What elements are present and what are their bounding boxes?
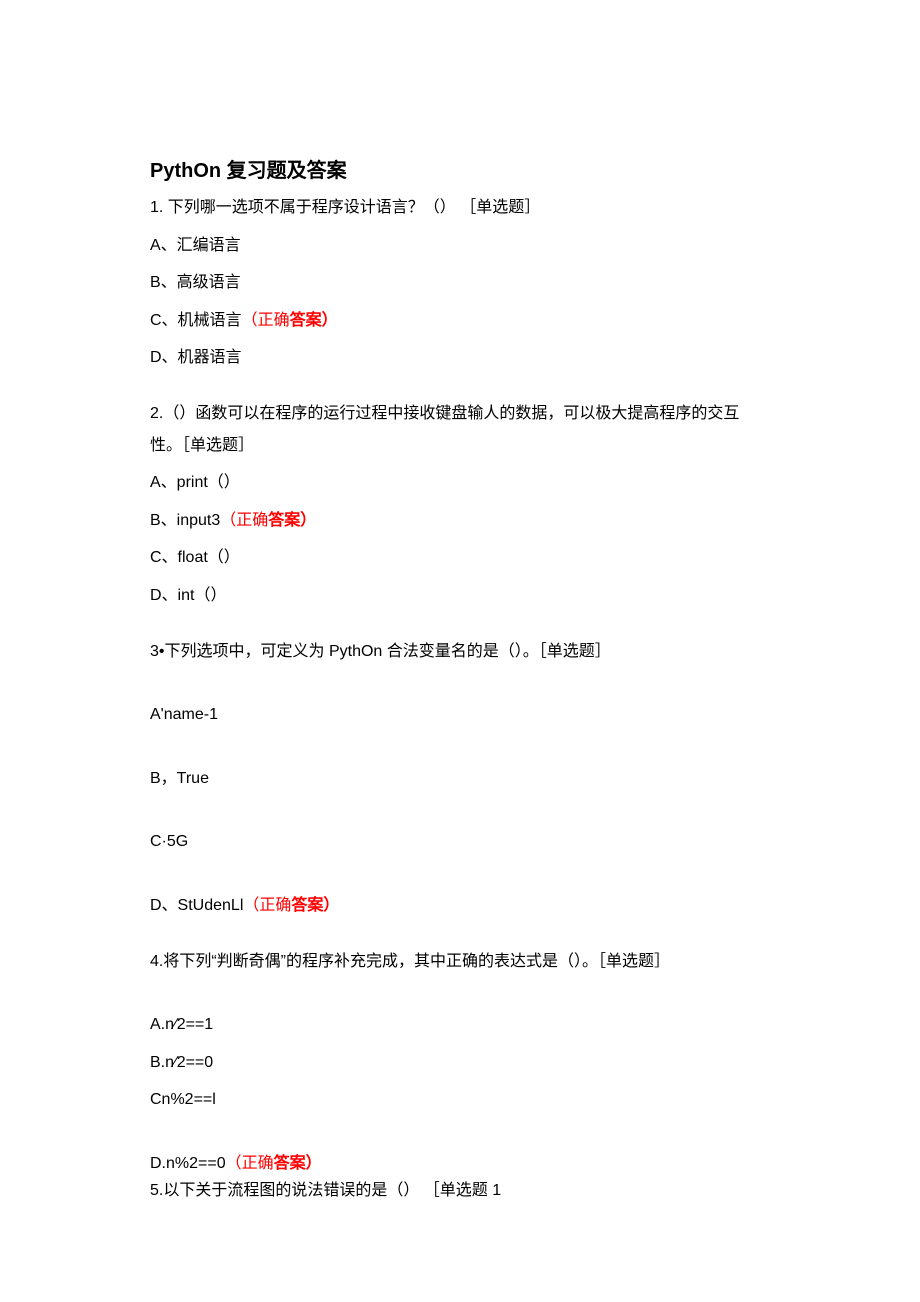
question-4-option-a: A.n⁄2==1 — [150, 1012, 770, 1038]
question-2-option-b: B、input3（正确答案） — [150, 508, 770, 534]
question-2-option-a: A、print（） — [150, 470, 770, 496]
question-2-option-c: C、float（） — [150, 545, 770, 571]
question-3-option-c: C·5G — [150, 829, 770, 855]
question-2-stem-line1: 2.（）函数可以在程序的运行过程中接收键盘输人的数据，可以极大提高程序的交互 — [150, 401, 770, 427]
question-1-option-c: C、机械语言（正确答案） — [150, 308, 770, 334]
question-1-option-d: D、机器语言 — [150, 345, 770, 371]
question-4-option-d: D.n%2==0（正确答案） — [150, 1151, 770, 1177]
document-title: PythOn 复习题及答案 — [150, 155, 770, 187]
question-4-option-c: Cn%2==l — [150, 1087, 770, 1113]
option-text: D、StUdenLl — [150, 897, 243, 914]
question-3-option-b: B，True — [150, 766, 770, 792]
question-4-stem: 4.将下列“判断奇偶”的程序补充完成，其中正确的表达式是（）。［单选题］ — [150, 949, 770, 975]
document-page: PythOn 复习题及答案 1. 下列哪一选项不属于程序设计语言？（） ［单选题… — [0, 0, 920, 1302]
correct-answer-marker: （正确答案） — [220, 512, 316, 529]
question-5-stem: 5.以下关于流程图的说法错误的是（） ［单选题 1 — [150, 1178, 770, 1204]
correct-answer-marker: （正确答案） — [226, 1155, 322, 1172]
option-text: B、input3 — [150, 512, 220, 529]
question-2-stem-line2: 性。［单选题］ — [150, 433, 770, 459]
question-4-option-b: B.n⁄2==0 — [150, 1050, 770, 1076]
question-1-option-a: A、汇编语言 — [150, 233, 770, 259]
correct-answer-marker: （正确答案） — [243, 897, 339, 914]
correct-answer-marker: （正确答案） — [242, 312, 338, 329]
question-1-option-b: B、高级语言 — [150, 270, 770, 296]
question-3-option-a: A'name-1 — [150, 702, 770, 728]
question-3-option-d: D、StUdenLl（正确答案） — [150, 893, 770, 919]
option-text: C、机械语言 — [150, 312, 242, 329]
question-1-stem: 1. 下列哪一选项不属于程序设计语言？（） ［单选题］ — [150, 195, 770, 221]
option-text: D.n%2==0 — [150, 1155, 226, 1172]
question-3-stem: 3•下列选项中，可定义为 PythOn 合法变量名的是（）。［单选题］ — [150, 639, 770, 665]
question-2-option-d: D、int（） — [150, 583, 770, 609]
